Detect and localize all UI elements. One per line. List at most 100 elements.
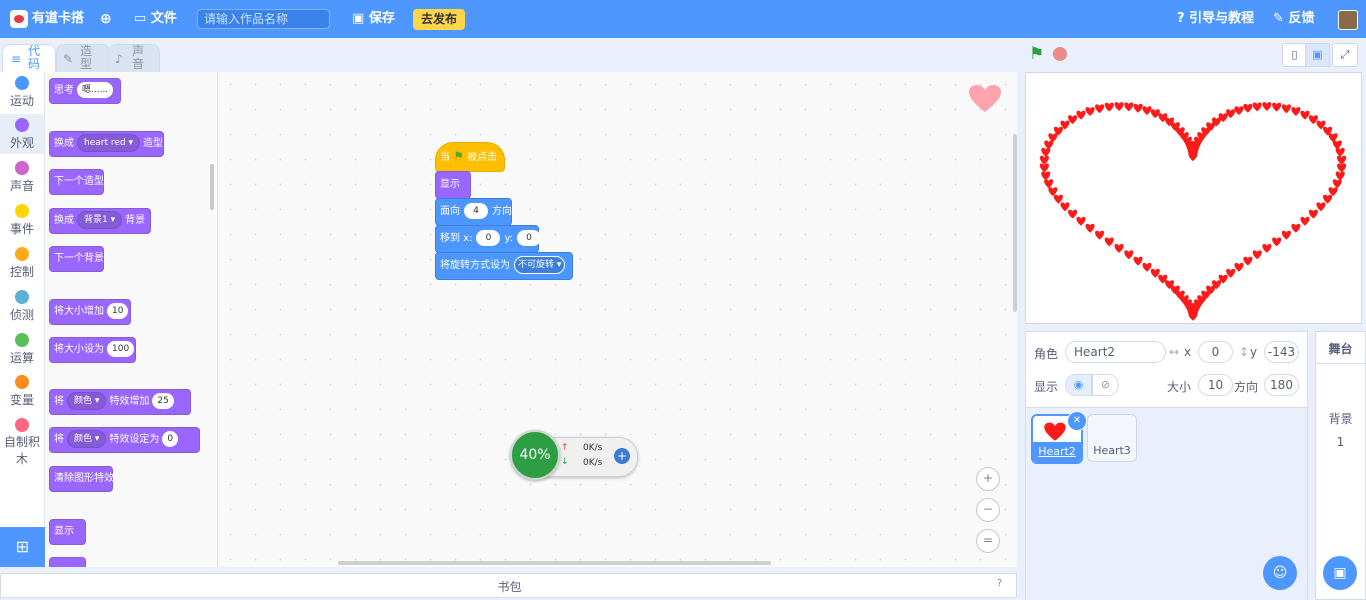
costume-dropdown[interactable]: heart red ▾ — [77, 134, 140, 152]
tab-code[interactable]: ≡ 代码 — [2, 44, 56, 73]
stage-small-heart — [1243, 256, 1253, 266]
category-my-blocks[interactable]: 自制积木 — [0, 418, 44, 468]
block-set-size[interactable]: 将大小设为 100 — [49, 337, 136, 363]
motion-dot-icon — [15, 76, 29, 90]
stop-button[interactable] — [1053, 47, 1067, 61]
sprite-name-input[interactable]: Heart2 — [1065, 341, 1166, 363]
y-input[interactable]: -143 — [1264, 341, 1299, 363]
project-title-input[interactable] — [197, 9, 330, 29]
sprite-tile-heart2[interactable]: Heart2 ✕ — [1031, 411, 1087, 464]
block-input[interactable]: 25 — [152, 393, 174, 409]
brand-name[interactable]: 有道卡搭 — [32, 0, 84, 38]
tab-costumes-label: 造型 — [79, 44, 92, 71]
hide-sprite-button[interactable]: ⊘ — [1092, 374, 1119, 396]
backpack-bar[interactable]: 书包 ? — [0, 573, 1017, 598]
tab-sounds[interactable]: ♪ 声音 — [108, 44, 160, 72]
block-change-effect[interactable]: 将颜色 ▾ 特效增加 25 — [49, 389, 191, 415]
goto-xy-block[interactable]: 移到 x: 0 y: 0 — [435, 225, 542, 253]
category-events[interactable]: 事件 — [0, 204, 44, 237]
green-flag-icon: ⚑ — [1029, 44, 1045, 64]
variables-dot-icon — [15, 375, 29, 389]
stage-small-heart — [1039, 163, 1049, 173]
save-button[interactable]: ▣ 保存 — [352, 0, 395, 38]
feedback-button[interactable]: ✎ 反馈 — [1273, 0, 1314, 38]
effect-dropdown[interactable]: 颜色 ▾ — [67, 430, 107, 448]
category-variables[interactable]: 变量 — [0, 375, 44, 408]
block-next-backdrop[interactable]: 下一个背景 — [49, 246, 104, 272]
category-control[interactable]: 控制 — [0, 247, 44, 280]
stage-small-heart — [1262, 244, 1272, 253]
script-workspace[interactable]: 当 ⚑ 被点击 显示 面向 4 方向 移到 x: 0 y: 0 将旋转方式设为 不可旋转 ▾… — [218, 72, 1017, 567]
block-think[interactable]: 思考 嗯...... — [49, 78, 121, 104]
when-flag-clicked-block[interactable]: 当 ⚑ 被点击 — [435, 142, 505, 172]
direction-input[interactable]: 4 — [464, 203, 488, 219]
green-flag-icon: ⚑ — [453, 149, 464, 163]
file-menu[interactable]: ▭ 文件 — [134, 0, 177, 38]
zoom-out-button[interactable]: − — [976, 498, 1000, 522]
stage-small-heart — [1124, 250, 1134, 260]
workspace-vertical-scrollbar[interactable] — [1013, 134, 1017, 312]
category-motion[interactable]: 运动 — [0, 76, 44, 109]
set-rotation-style-block[interactable]: 将旋转方式设为 不可旋转 ▾ — [435, 252, 573, 280]
stage-small-heart — [1226, 109, 1236, 119]
show-label: 显示 — [1034, 380, 1059, 394]
x-input[interactable]: 0 — [476, 230, 501, 246]
category-menu: 运动 外观 声音 事件 控制 侦测 运算 变量 自制积木 — [0, 72, 45, 527]
block-input[interactable]: 100 — [107, 341, 135, 357]
delete-sprite-icon[interactable]: ✕ — [1067, 411, 1087, 431]
block-hide[interactable] — [49, 557, 86, 567]
feedback-label: 反馈 — [1288, 11, 1315, 26]
palette-scrollbar[interactable] — [210, 164, 214, 210]
backdrop-dropdown[interactable]: 背景1 ▾ — [77, 211, 123, 229]
add-backdrop-button[interactable]: ▣ — [1323, 556, 1357, 590]
block-switch-costume[interactable]: 换成 heart red ▾ 造型 — [49, 131, 164, 157]
fullscreen-button[interactable]: ⤢ — [1332, 43, 1358, 67]
rotation-dropdown[interactable]: 不可旋转 ▾ — [514, 256, 566, 274]
category-label: 控制 — [9, 265, 34, 279]
block-clear-effects[interactable]: 清除图形特效 — [49, 466, 114, 492]
avatar[interactable] — [1338, 10, 1358, 30]
green-flag-button[interactable]: ⚑ — [1029, 44, 1044, 64]
operators-dot-icon — [15, 333, 29, 347]
y-input[interactable]: 0 — [517, 230, 542, 246]
script-show-block[interactable]: 显示 — [435, 171, 471, 199]
category-operators[interactable]: 运算 — [0, 333, 44, 366]
add-extension-button[interactable]: ⊞ — [0, 527, 45, 567]
effect-dropdown[interactable]: 颜色 ▾ — [67, 392, 107, 410]
expand-widget-icon[interactable]: + — [614, 448, 630, 464]
block-next-costume[interactable]: 下一个造型 — [49, 169, 104, 195]
small-stage-button[interactable]: ▯ — [1282, 43, 1307, 67]
block-set-effect[interactable]: 将颜色 ▾ 特效设定为 0 — [49, 427, 200, 453]
block-input[interactable]: 0 — [162, 431, 179, 447]
large-stage-button[interactable]: ▣ — [1305, 43, 1330, 67]
size-label: 大小 — [1167, 380, 1192, 394]
stage-canvas[interactable] — [1025, 72, 1362, 324]
help-icon[interactable]: ? — [997, 578, 1002, 589]
logo-icon[interactable] — [10, 10, 28, 28]
stage-small-heart — [1048, 187, 1058, 196]
category-looks[interactable]: 外观 — [0, 114, 44, 154]
block-input[interactable]: 嗯...... — [77, 82, 114, 98]
category-sound[interactable]: 声音 — [0, 161, 44, 194]
point-direction-block[interactable]: 面向 4 方向 — [435, 198, 512, 226]
zoom-reset-button[interactable]: = — [976, 529, 1000, 553]
globe-icon[interactable]: ⊕ — [100, 0, 112, 38]
category-sensing[interactable]: 侦测 — [0, 290, 44, 323]
show-sprite-button[interactable]: ◉ — [1065, 374, 1092, 396]
sprite-tile-heart3[interactable]: Heart3 — [1087, 414, 1137, 462]
block-text: 特效设定为 — [109, 434, 160, 445]
size-input[interactable]: 10 — [1198, 374, 1233, 396]
zoom-in-button[interactable]: + — [976, 467, 1000, 491]
block-show[interactable]: 显示 — [49, 519, 86, 545]
publish-button[interactable]: 去发布 — [413, 9, 465, 30]
direction-input[interactable]: 180 — [1264, 374, 1299, 396]
block-input[interactable]: 10 — [107, 303, 129, 319]
block-change-size[interactable]: 将大小增加 10 — [49, 299, 131, 325]
tutorial-button[interactable]: ? 引导与教程 — [1177, 0, 1254, 38]
block-switch-backdrop[interactable]: 换成 背景1 ▾ 背景 — [49, 208, 151, 234]
x-input[interactable]: 0 — [1198, 341, 1233, 363]
workspace-horizontal-scrollbar[interactable] — [338, 561, 771, 565]
top-bar: 有道卡搭 ⊕ ▭ 文件 ▣ 保存 去发布 ? 引导与教程 ✎ 反馈 — [0, 0, 1366, 38]
tab-costumes[interactable]: ✎ 造型 — [56, 44, 110, 72]
add-sprite-button[interactable]: ☺ — [1263, 556, 1297, 590]
